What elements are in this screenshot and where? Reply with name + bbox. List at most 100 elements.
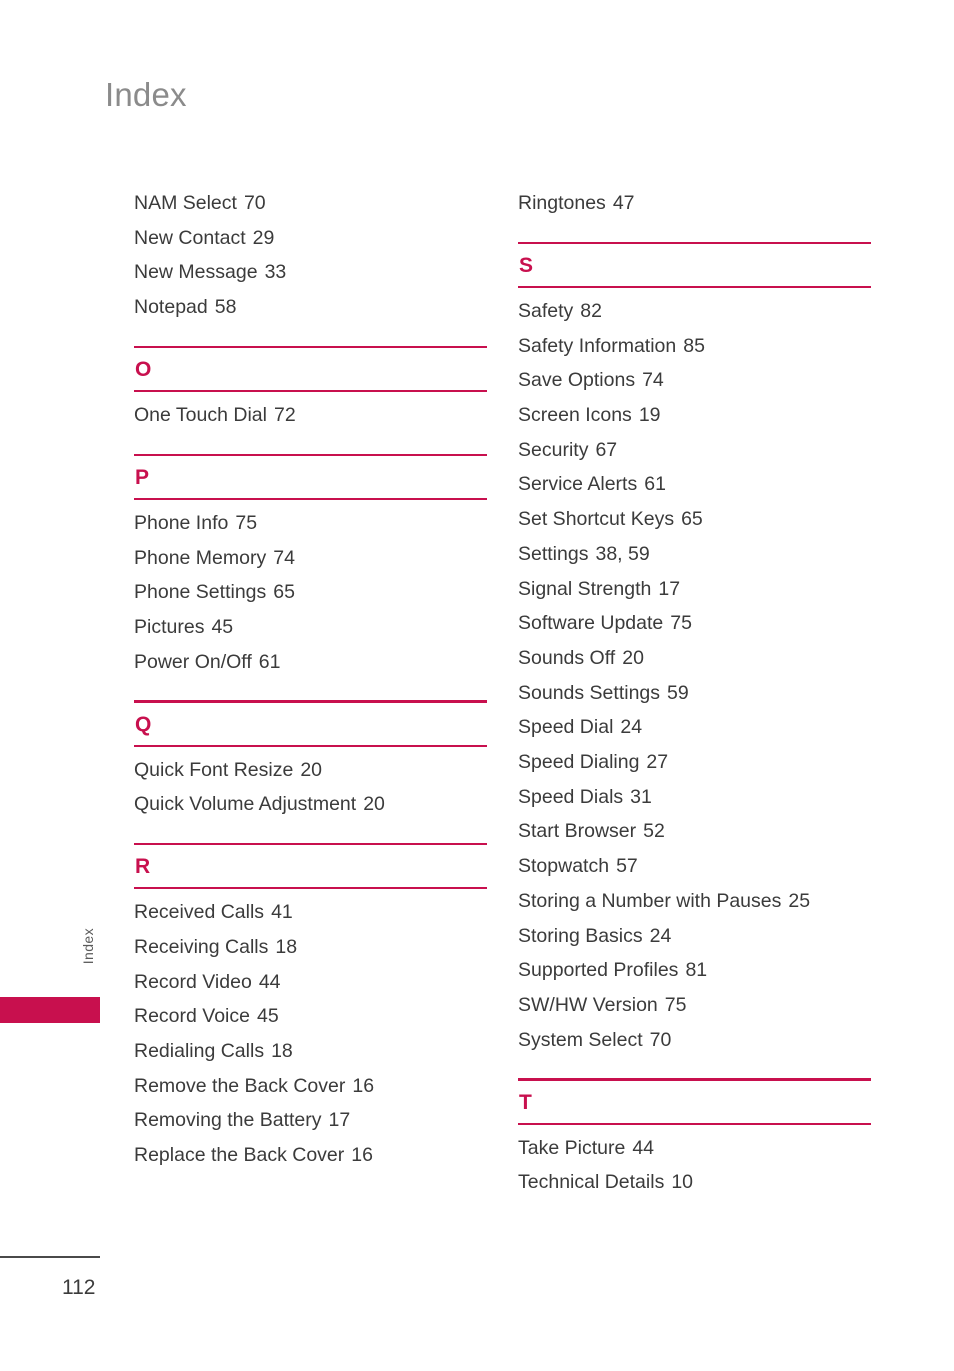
index-entry-pages: 85 xyxy=(683,334,705,357)
index-entry: System Select 70 xyxy=(518,1023,871,1058)
index-entry-pages: 19 xyxy=(638,404,661,426)
index-entry-term: Stopwatch xyxy=(518,855,610,878)
index-entry: Storing a Number with Pauses 25 xyxy=(518,884,871,919)
index-entry-term: Replace the Back Cover xyxy=(134,1144,345,1167)
index-entry: Phone Info 75 xyxy=(134,506,487,541)
index-entry-term: Storing a Number with Pauses xyxy=(518,889,782,912)
index-entry-pages: 44 xyxy=(258,970,281,993)
index-entry: New Contact 29 xyxy=(134,221,487,256)
index-entry: Signal Strength 17 xyxy=(518,572,871,607)
index-entry-term: Supported Profiles xyxy=(518,959,679,982)
index-entry: Sounds Settings 59 xyxy=(518,676,871,711)
index-entry-pages: 65 xyxy=(681,508,703,531)
index-entry: NAM Select 70 xyxy=(134,186,487,221)
index-entry-term: Remove the Back Cover xyxy=(134,1074,346,1097)
index-entry-pages: 67 xyxy=(595,438,618,461)
index-entry-term: New Message xyxy=(134,261,258,284)
index-entry: Phone Memory 74 xyxy=(134,541,487,576)
index-entry-term: Safety xyxy=(518,299,574,322)
index-entry: SW/HW Version 75 xyxy=(518,988,871,1023)
index-entry: Quick Volume Adjustment 20 xyxy=(134,787,487,822)
index-entry-pages: 61 xyxy=(258,650,281,673)
index-entry-pages: 70 xyxy=(649,1028,672,1051)
index-entry-term: Software Update xyxy=(518,612,664,635)
index-entry-pages: 47 xyxy=(612,192,635,214)
index-entry-term: Power On/Off xyxy=(134,650,252,673)
index-entry: Safety Information 85 xyxy=(518,329,871,364)
index-entry-term: Sounds Off xyxy=(518,646,616,669)
index-entry-pages: 75 xyxy=(235,511,258,534)
index-entry-pages: 72 xyxy=(273,404,296,426)
index-entry: Ringtones 47 xyxy=(518,186,871,221)
index-section-r: R xyxy=(134,843,487,890)
index-entry-term: Received Calls xyxy=(134,901,265,924)
section-rule-bottom xyxy=(518,286,871,288)
section-letter: T xyxy=(519,1090,532,1114)
section-letter: S xyxy=(519,254,534,278)
index-entry-term: Removing the Battery xyxy=(134,1109,322,1132)
index-entry-term: Signal Strength xyxy=(518,577,652,600)
index-entry-pages: 75 xyxy=(664,993,687,1016)
index-entry: Pictures 45 xyxy=(134,610,487,645)
index-entry-pages: 27 xyxy=(646,751,669,774)
index-column-right: Ringtones 47 S Safety 82 Safety Information 85… xyxy=(518,186,871,1200)
index-entry-term: Sounds Settings xyxy=(518,681,661,704)
section-letter: Q xyxy=(135,712,152,736)
index-entry-term: Phone Settings xyxy=(134,581,267,604)
index-entry: One Touch Dial 72 xyxy=(134,398,487,433)
index-entry-pages: 17 xyxy=(328,1109,351,1132)
index-entry-pages: 24 xyxy=(620,716,643,739)
index-entry: Screen Icons 19 xyxy=(518,398,871,433)
index-entry-term: Speed Dialing xyxy=(518,751,640,774)
index-entry-term: Redialing Calls xyxy=(134,1040,265,1062)
index-entry: Settings 38, 59 xyxy=(518,537,871,572)
index-entry: Speed Dialing 27 xyxy=(518,745,871,780)
index-entry-pages: 38, 59 xyxy=(595,542,650,565)
index-entry-pages: 20 xyxy=(622,646,644,669)
page-title: Index xyxy=(105,76,187,113)
section-rule-bottom xyxy=(134,498,487,500)
index-entry-term: Receiving Calls xyxy=(134,935,269,958)
index-entry-pages: 16 xyxy=(352,1074,375,1097)
index-entry-pages: 18 xyxy=(271,1040,293,1062)
index-entry-term: Safety Information xyxy=(518,334,677,357)
index-entry: Removing the Battery 17 xyxy=(134,1103,487,1138)
index-entry-term: Set Shortcut Keys xyxy=(518,508,675,531)
index-entry: Receiving Calls 18 xyxy=(134,930,487,965)
index-entry: Record Video 44 xyxy=(134,965,487,1000)
index-entry-pages: 41 xyxy=(271,901,293,924)
index-entry: Start Browser 52 xyxy=(518,814,871,849)
index-entry-term: Record Voice xyxy=(134,1005,250,1028)
index-entry-term: Settings xyxy=(518,542,589,565)
index-entry: New Message 33 xyxy=(134,255,487,290)
index-entry-pages: 70 xyxy=(243,192,266,214)
index-entry-pages: 18 xyxy=(275,935,298,958)
index-section-o: O xyxy=(134,345,487,392)
index-entry: Take Picture 44 xyxy=(518,1131,871,1166)
index-entry: Software Update 75 xyxy=(518,606,871,641)
index-entry-term: Phone Memory xyxy=(134,546,267,569)
index-entry: Phone Settings 65 xyxy=(134,575,487,610)
index-entry-term: Notepad xyxy=(134,296,208,319)
section-rule-bottom xyxy=(134,390,487,392)
index-entry-term: Take Picture xyxy=(518,1136,626,1159)
index-entry-pages: 81 xyxy=(685,959,708,982)
index-entry-term: System Select xyxy=(518,1028,643,1051)
index-entry-pages: 44 xyxy=(632,1136,655,1159)
index-entry-pages: 25 xyxy=(788,889,811,912)
section-letter: R xyxy=(135,855,151,879)
footer-divider xyxy=(0,1256,100,1258)
index-entry-pages: 75 xyxy=(670,612,692,635)
index-entry-term: Speed Dial xyxy=(518,716,614,739)
index-entry-pages: 74 xyxy=(273,546,295,569)
index-entry-term: Quick Volume Adjustment xyxy=(134,793,357,816)
index-entry: Security 67 xyxy=(518,433,871,468)
index-entry: Sounds Off 20 xyxy=(518,641,871,676)
index-entry-term: Storing Basics xyxy=(518,924,643,947)
index-entry: Safety 82 xyxy=(518,294,871,329)
index-entry-pages: 29 xyxy=(252,226,275,249)
index-entry: Notepad 58 xyxy=(134,290,487,325)
index-entry-term: Save Options xyxy=(518,369,636,392)
index-entry-term: Record Video xyxy=(134,970,252,993)
index-entry: Technical Details 10 xyxy=(518,1165,871,1200)
